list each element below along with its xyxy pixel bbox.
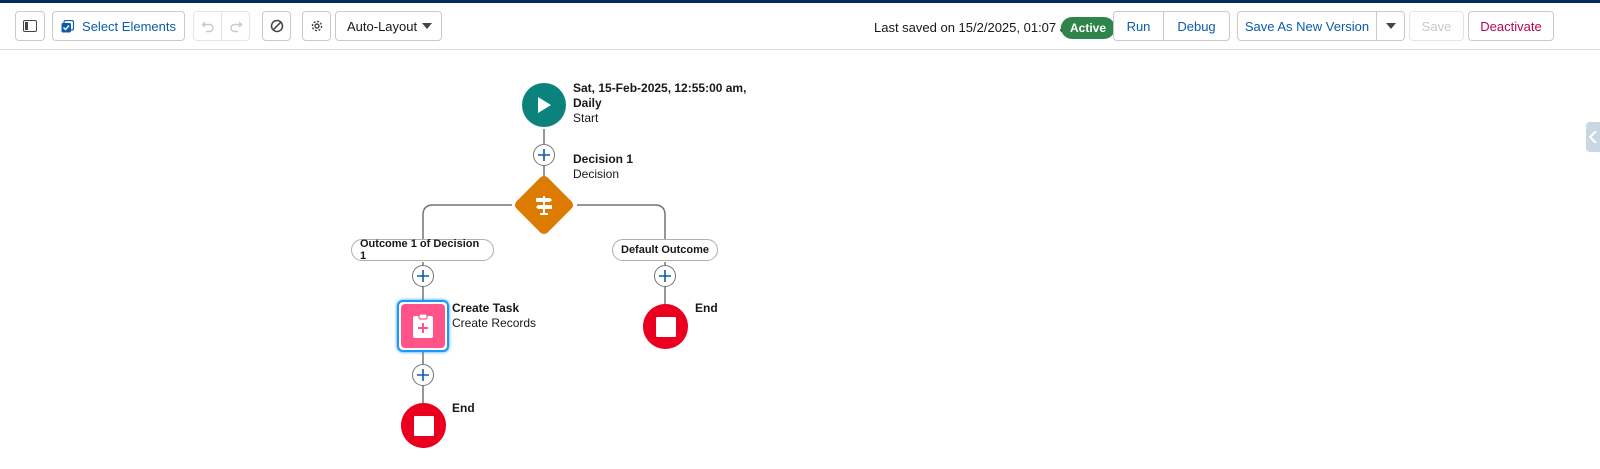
settings-button[interactable] xyxy=(302,11,331,41)
panel-toggle-icon xyxy=(23,20,37,32)
redo-button[interactable] xyxy=(221,11,250,41)
stop-icon xyxy=(655,316,676,337)
end-right-text: End xyxy=(695,301,718,315)
add-icon xyxy=(417,270,429,282)
end-node-left[interactable] xyxy=(401,403,446,448)
end-node-right[interactable] xyxy=(643,304,688,349)
start-node[interactable] xyxy=(522,83,566,127)
start-type: Start xyxy=(573,111,599,125)
decision-node-label: Decision 1 Decision xyxy=(573,152,633,182)
add-element-button[interactable] xyxy=(654,265,676,287)
builder-toolbar: Select Elements Auto-Layout Last saved o… xyxy=(0,3,1600,50)
outcome-pill-left[interactable]: Outcome 1 of Decision 1 xyxy=(351,238,494,262)
undo-icon xyxy=(201,19,215,33)
flow-canvas[interactable]: Sat, 15-Feb-2025, 12:55:00 am, Daily Sta… xyxy=(0,51,1600,469)
cancel-icon xyxy=(270,19,284,33)
last-saved-text: Last saved on 15/2/2025, 01:07 am xyxy=(874,20,1078,35)
start-schedule-line2: Daily xyxy=(573,96,602,110)
save-button[interactable]: Save xyxy=(1409,11,1464,41)
flow-connectors xyxy=(422,129,666,406)
toggle-panel-button[interactable] xyxy=(15,11,45,41)
add-icon xyxy=(538,149,550,161)
select-elements-button[interactable]: Select Elements xyxy=(52,11,185,41)
select-elements-label: Select Elements xyxy=(82,18,176,34)
redo-icon xyxy=(229,19,243,33)
deactivate-button[interactable]: Deactivate xyxy=(1468,11,1554,41)
status-badge: Active xyxy=(1061,17,1116,39)
layout-mode-value: Auto-Layout xyxy=(347,18,418,34)
play-icon xyxy=(536,96,552,114)
create-task-title: Create Task xyxy=(452,301,520,315)
add-icon xyxy=(417,369,429,381)
signpost-icon xyxy=(533,194,555,216)
settings-gear-icon xyxy=(310,19,324,33)
chevron-down-icon xyxy=(422,23,432,29)
add-element-button[interactable] xyxy=(533,144,555,166)
save-as-new-version-button[interactable]: Save As New Version xyxy=(1237,11,1377,41)
save-menu-button[interactable] xyxy=(1376,11,1405,41)
run-button[interactable]: Run xyxy=(1113,11,1164,41)
start-schedule-line1: Sat, 15-Feb-2025, 12:55:00 am, xyxy=(573,81,747,95)
stop-icon xyxy=(413,415,434,436)
chevron-down-icon xyxy=(1385,23,1396,29)
clipboard-add-icon xyxy=(411,313,435,339)
create-task-label: Create Task Create Records xyxy=(452,301,536,331)
end-left-label: End xyxy=(452,401,475,416)
add-element-button[interactable] xyxy=(412,265,434,287)
chevron-left-icon xyxy=(1589,131,1597,143)
end-left-text: End xyxy=(452,401,475,415)
select-elements-icon xyxy=(61,19,75,33)
create-task-node[interactable] xyxy=(397,300,449,352)
add-icon xyxy=(659,270,671,282)
end-right-label: End xyxy=(695,301,718,316)
undo-button[interactable] xyxy=(193,11,222,41)
debug-button[interactable]: Debug xyxy=(1163,11,1230,41)
side-panel-handle[interactable] xyxy=(1586,122,1600,152)
decision-title: Decision 1 xyxy=(573,152,634,166)
create-task-type: Create Records xyxy=(452,316,537,330)
outcome-pill-right[interactable]: Default Outcome xyxy=(612,239,718,261)
layout-mode-select[interactable]: Auto-Layout xyxy=(335,11,442,41)
errors-toggle-button[interactable] xyxy=(262,11,291,41)
start-node-label: Sat, 15-Feb-2025, 12:55:00 am, Daily Sta… xyxy=(573,81,746,126)
add-element-button[interactable] xyxy=(412,364,434,386)
decision-type: Decision xyxy=(573,167,620,181)
